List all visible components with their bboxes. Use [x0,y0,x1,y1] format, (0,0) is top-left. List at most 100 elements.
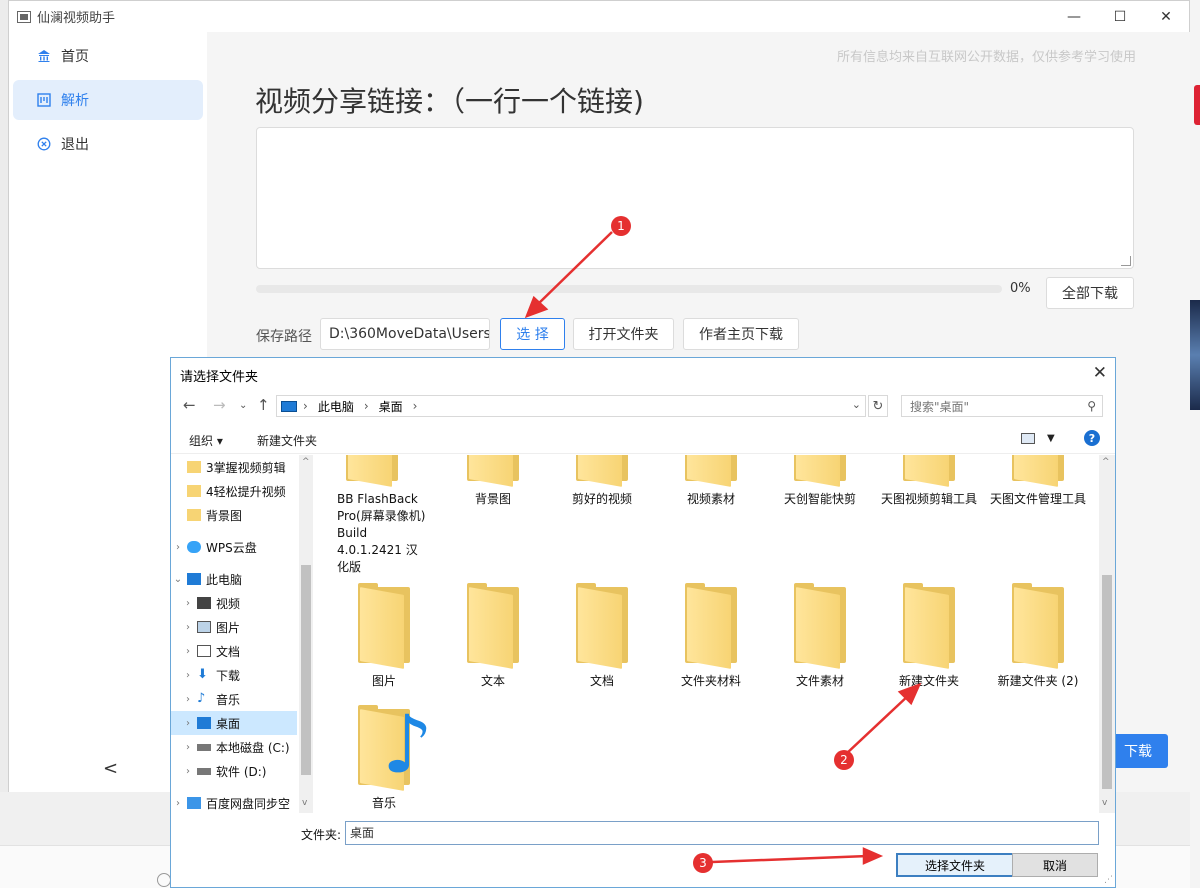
drive-icon [197,767,211,775]
board-icon [37,93,51,107]
maximize-button[interactable]: ☐ [1097,1,1143,32]
folder-icon [574,455,630,487]
up-arrow-icon[interactable]: ↑ [257,396,270,414]
folder-item[interactable]: 文档 [550,583,654,690]
scroll-up-icon[interactable]: ^ [302,457,310,467]
tree-item[interactable]: › 视频 [171,591,297,615]
tree-item[interactable]: › 百度网盘同步空 [171,791,297,813]
address-bar[interactable]: › 此电脑 › 桌面 › ⌄ [276,395,866,417]
folder-icon [1010,455,1066,487]
annotation-marker-2: 2 [834,750,854,770]
close-button[interactable]: ✕ [1143,1,1189,32]
view-dropdown-icon[interactable]: ▼ [1047,433,1055,444]
recent-chevron-icon[interactable]: ⌄ [239,400,247,411]
save-path-input[interactable]: D:\360MoveData\Users\ [320,318,490,350]
tree-item[interactable]: › 本地磁盘 (C:) [171,735,297,759]
forward-arrow-icon[interactable]: → [213,396,226,414]
scroll-down-icon[interactable]: v [1102,798,1107,808]
folder-item[interactable]: 视频素材 [659,455,763,508]
folder-item-new-folder[interactable]: 新建文件夹 [877,583,981,690]
folder-item[interactable]: 文件夹材料 [659,583,763,690]
download-button[interactable]: 下载 [1108,734,1168,768]
dialog-toolbar: 组织 ▾ 新建文件夹 ▼ ? [171,424,1115,454]
minimize-button[interactable]: — [1051,1,1097,32]
folder-item[interactable]: BB FlashBack Pro(屏幕录像机) Build 4.0.1.2421… [320,455,425,576]
choose-button[interactable]: 选 择 [500,318,565,350]
folder-item-music[interactable]: ♪ 音乐 [332,705,436,812]
collapse-sidebar-button[interactable]: < [103,758,118,779]
folder-icon [792,583,848,669]
scroll-up-icon[interactable]: ^ [1102,457,1110,467]
scroll-thumb[interactable] [1102,575,1112,789]
app-icon [17,10,31,23]
tree-item[interactable]: ⌄ 此电脑 [171,567,297,591]
disclaimer-text: 所有信息均来自互联网公开数据，仅供参考学习使用 [836,50,1136,65]
resize-grip-icon [1121,256,1131,266]
folder-item[interactable]: 文件素材 [768,583,872,690]
dialog-close-button[interactable]: ✕ [1093,363,1107,383]
folder-item[interactable]: 天图视频剪辑工具 [877,455,981,508]
picture-icon [197,621,211,633]
author-download-button[interactable]: 作者主页下载 [683,318,799,350]
scroll-thumb[interactable] [301,565,311,775]
close-circle-icon [37,137,51,151]
dialog-title: 请选择文件夹 [180,370,259,385]
desktop-icon [197,717,211,729]
tree-scrollbar[interactable]: ^ v [299,455,313,813]
folder-icon [901,583,957,669]
sidebar-item-parse[interactable]: 解析 [13,80,203,120]
tree-item[interactable]: 4轻松提升视频 [171,479,297,503]
help-icon[interactable]: ? [1084,430,1100,446]
search-icon: ⚲ [1087,399,1096,413]
download-icon: ⬇ [197,667,208,682]
back-arrow-icon[interactable]: ← [183,396,196,414]
view-mode-icon[interactable] [1021,433,1035,444]
organize-menu[interactable]: 组织 ▾ [189,432,223,449]
page-title: 视频分享链接：（一行一个链接) [255,85,644,118]
folder-name-field[interactable]: 桌面 [345,821,1099,845]
grid-scrollbar[interactable]: ^ v [1099,455,1115,813]
search-input[interactable]: 搜索"桌面" ⚲ [901,395,1103,417]
folder-icon [465,455,521,487]
tree-item[interactable]: › WPS云盘 [171,535,297,559]
tree-item[interactable]: › 软件 (D:) [171,759,297,783]
scroll-down-icon[interactable]: v [302,798,307,808]
folder-item[interactable]: 背景图 [441,455,545,508]
folder-icon [187,485,201,497]
computer-icon [281,400,297,412]
sidebar-item-label: 首页 [61,49,89,65]
tree-item[interactable]: 背景图 [171,503,297,527]
tree-item[interactable]: › 图片 [171,615,297,639]
link-textarea[interactable] [256,127,1134,269]
refresh-icon[interactable]: ↻ [868,395,888,417]
download-all-button[interactable]: 全部下载 [1046,277,1134,309]
open-folder-button[interactable]: 打开文件夹 [573,318,674,350]
folder-item[interactable]: 图片 [332,583,436,690]
music-folder-icon: ♪ [356,705,433,791]
sidebar-item-home[interactable]: 首页 [13,36,203,76]
annotation-marker-3: 3 [693,853,713,873]
screen: { "app": { "title": "仙澜视频助手", "disclaime… [0,0,1200,888]
folder-item[interactable]: 剪好的视频 [550,455,654,508]
sidebar-item-exit[interactable]: 退出 [13,124,203,164]
tree-item[interactable]: › ⬇ 下载 [171,663,297,687]
folder-icon [792,455,848,487]
folder-item[interactable]: 天图文件管理工具 [986,455,1090,508]
tree-item[interactable]: 3掌握视频剪辑 [171,455,297,479]
background-thumbnail [1190,300,1200,410]
folder-item[interactable]: 新建文件夹 (2) [986,583,1090,690]
chevron-down-icon[interactable]: ⌄ [852,398,861,411]
breadcrumb-desktop[interactable]: 桌面 [379,398,403,415]
music-note-icon: ♪ [382,698,434,791]
folder-icon [356,583,412,669]
tree-item[interactable]: › 文档 [171,639,297,663]
new-folder-button[interactable]: 新建文件夹 [257,432,317,449]
tree-item-desktop[interactable]: › 桌面 [171,711,297,735]
folder-item[interactable]: 天创智能快剪 [768,455,872,508]
computer-icon [187,573,201,585]
tree-item[interactable]: › ♪ 音乐 [171,687,297,711]
cancel-button[interactable]: 取消 [1012,853,1098,877]
select-folder-button[interactable]: 选择文件夹 [896,853,1014,877]
folder-item[interactable]: 文本 [441,583,545,690]
breadcrumb-this-pc[interactable]: 此电脑 [318,398,354,415]
